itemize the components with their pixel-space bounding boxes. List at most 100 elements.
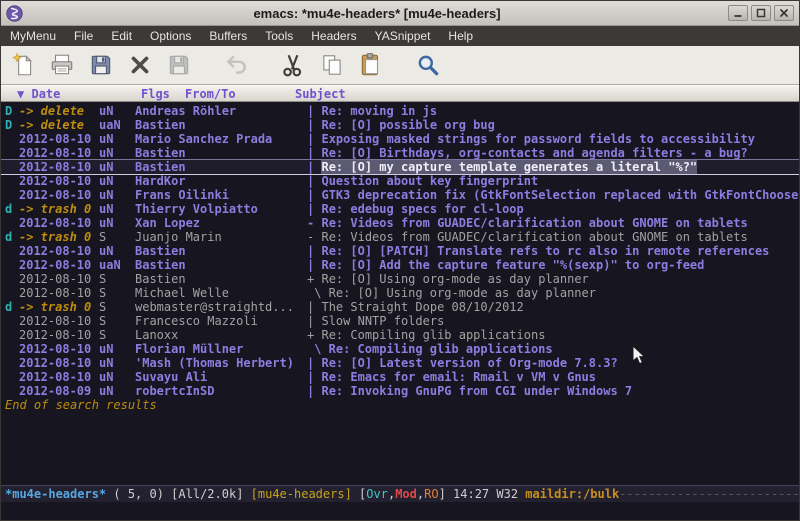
message-flags: uN: [99, 146, 135, 160]
message-row[interactable]: d-> trash 0SJuanjo Marin- Re: Videos fro…: [1, 230, 799, 244]
message-subject: The Straight Dope 08/10/2012: [321, 300, 523, 314]
message-row[interactable]: d-> trash 0Swebmaster@straightd...| The …: [1, 300, 799, 314]
message-flags: uaN: [99, 258, 135, 272]
mark-target: -> trash 0: [19, 230, 99, 244]
message-row[interactable]: 2012-08-10uNXan Lopez- Re: Videos from G…: [1, 216, 799, 230]
emacs-window: emacs: *mu4e-headers* [mu4e-headers] MyM…: [0, 0, 800, 521]
message-row[interactable]: D-> deleteuNAndreas Röhler| Re: moving i…: [1, 104, 799, 118]
message-row[interactable]: 2012-08-10uNHardKor| Question about key …: [1, 174, 799, 188]
thread-separator-icon: |: [307, 104, 314, 118]
modeline-readonly-flag: RO: [424, 487, 438, 501]
kill-buffer-icon[interactable]: [126, 51, 154, 79]
modeline-major-mode[interactable]: [mu4e-headers]: [251, 487, 352, 501]
save-buffer-icon[interactable]: [87, 51, 115, 79]
paste-icon[interactable]: [357, 51, 385, 79]
message-row[interactable]: 2012-08-10uaNBastien| Re: [O] Add the ca…: [1, 258, 799, 272]
message-row[interactable]: 2012-08-10uNBastien| Re: [O] my capture …: [1, 160, 799, 174]
message-subject: Re: [O] possible org bug: [321, 118, 494, 132]
message-date: 2012-08-10: [19, 328, 99, 342]
mark-target: -> trash 0: [19, 202, 99, 216]
message-flags: uN: [99, 160, 135, 174]
column-header-flags[interactable]: Flgs: [141, 87, 170, 101]
message-row[interactable]: d-> trash 0uNThierry Volpiatto| Re: edeb…: [1, 202, 799, 216]
message-date: 2012-08-10: [19, 286, 99, 300]
message-flags: uaN: [99, 118, 135, 132]
thread-separator-icon: |: [307, 118, 314, 132]
thread-separator-icon: \: [314, 342, 321, 356]
open-file-icon[interactable]: [48, 51, 76, 79]
menu-item-help[interactable]: Help: [439, 26, 482, 46]
modeline-stats: ( 5, 0) [All/2.0k]: [106, 487, 251, 501]
message-row[interactable]: 2012-08-10SBastien+ Re: [O] Using org-mo…: [1, 272, 799, 286]
message-flags: uN: [99, 356, 135, 370]
modeline-status-close: ]: [439, 487, 453, 501]
mark-prefix: D: [5, 118, 19, 132]
message-flags: S: [99, 300, 135, 314]
modeline-overwrite-flag: Ovr: [366, 487, 388, 501]
menu-item-file[interactable]: File: [65, 26, 102, 46]
message-subject: Re: Videos from GUADEC/clarification abo…: [321, 216, 747, 230]
menu-item-headers[interactable]: Headers: [302, 26, 365, 46]
thread-separator-icon: |: [307, 188, 314, 202]
message-from: Andreas Röhler: [135, 104, 307, 118]
copy-icon[interactable]: [318, 51, 346, 79]
message-from: Michael Welle: [135, 286, 307, 300]
undo-icon: [222, 51, 250, 79]
new-file-icon[interactable]: [9, 51, 37, 79]
modeline-filler: ----------------------------------------…: [619, 487, 799, 501]
message-row[interactable]: 2012-08-10uNFlorian Müllner\ Re: Compili…: [1, 342, 799, 356]
message-row[interactable]: 2012-08-10uNBastien| Re: [O] Birthdays, …: [1, 146, 799, 160]
message-date: 2012-08-10: [19, 342, 99, 356]
message-list: D-> deleteuNAndreas Röhler| Re: moving i…: [1, 104, 799, 398]
cut-icon[interactable]: [279, 51, 307, 79]
thread-separator-icon: -: [307, 216, 314, 230]
close-button[interactable]: [774, 5, 794, 21]
menu-item-tools[interactable]: Tools: [256, 26, 302, 46]
echo-area[interactable]: [1, 502, 799, 520]
thread-separator-icon: |: [307, 314, 314, 328]
menu-item-buffers[interactable]: Buffers: [200, 26, 256, 46]
message-flags: uN: [99, 104, 135, 118]
message-subject: GTK3 deprecation fix (GtkFontSelection r…: [321, 188, 799, 202]
menu-item-options[interactable]: Options: [141, 26, 200, 46]
message-row[interactable]: 2012-08-10uNMario Sanchez Prada| Exposin…: [1, 132, 799, 146]
thread-separator-icon: |: [307, 356, 314, 370]
message-row[interactable]: 2012-08-10uNFrans Oilinki| GTK3 deprecat…: [1, 188, 799, 202]
message-flags: S: [99, 286, 135, 300]
thread-separator-icon: |: [307, 258, 314, 272]
message-date: 2012-08-10: [19, 160, 99, 174]
menu-item-edit[interactable]: Edit: [102, 26, 141, 46]
menu-item-mymenu[interactable]: MyMenu: [1, 26, 65, 46]
message-row[interactable]: D-> deleteuaNBastien| Re: [O] possible o…: [1, 118, 799, 132]
modeline-week: W32: [489, 487, 525, 501]
message-date: 2012-08-10: [19, 370, 99, 384]
toolbar: [1, 46, 799, 85]
message-flags: uN: [99, 188, 135, 202]
message-row[interactable]: 2012-08-10uNBastien| Re: [O] [PATCH] Tra…: [1, 244, 799, 258]
modeline-maildir: maildir:/bulk: [525, 487, 619, 501]
modeline-modified-flag: Mod: [395, 487, 417, 501]
message-date: 2012-08-10: [19, 244, 99, 258]
message-row[interactable]: 2012-08-10uN'Mash (Thomas Herbert)| Re: …: [1, 356, 799, 370]
mark-target: -> delete: [19, 104, 99, 118]
minimize-button[interactable]: [728, 5, 748, 21]
titlebar[interactable]: emacs: *mu4e-headers* [mu4e-headers]: [1, 1, 799, 26]
message-flags: S: [99, 230, 135, 244]
message-row[interactable]: 2012-08-09uNrobertcInSD| Re: Invoking Gn…: [1, 384, 799, 398]
message-row[interactable]: 2012-08-10SFrancesco Mazzoli| Slow NNTP …: [1, 314, 799, 328]
column-header-from[interactable]: From/To: [185, 87, 236, 101]
column-header-date[interactable]: ▼ Date: [17, 87, 60, 101]
search-icon[interactable]: [414, 51, 442, 79]
thread-separator-icon: +: [307, 328, 314, 342]
thread-separator-icon: |: [307, 202, 314, 216]
maximize-button[interactable]: [751, 5, 771, 21]
message-row[interactable]: 2012-08-10uNSuvayu Ali| Re: Emacs for em…: [1, 370, 799, 384]
message-row[interactable]: 2012-08-10SLanoxx+ Re: Compiling glib ap…: [1, 328, 799, 342]
message-row[interactable]: 2012-08-10SMichael Welle\ Re: [O] Using …: [1, 286, 799, 300]
message-from: Suvayu Ali: [135, 370, 307, 384]
message-from: Bastien: [135, 160, 307, 174]
column-header-subject[interactable]: Subject: [295, 87, 346, 101]
message-subject: Slow NNTP folders: [321, 314, 444, 328]
menu-item-yasnippet[interactable]: YASnippet: [366, 26, 440, 46]
modeline-buffer-name[interactable]: *mu4e-headers*: [5, 487, 106, 501]
